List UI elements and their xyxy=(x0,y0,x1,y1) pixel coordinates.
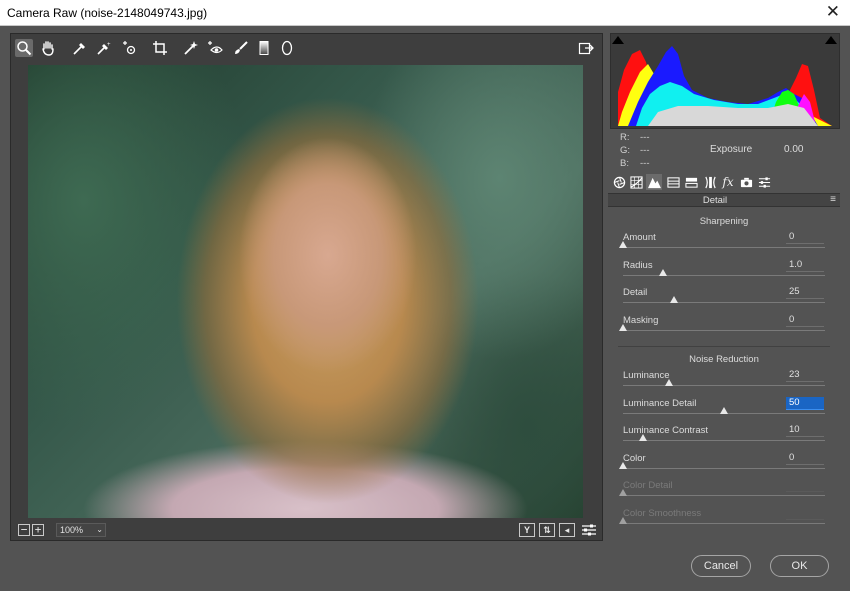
color-smoothness-value-field xyxy=(786,507,824,520)
adjustment-brush-icon[interactable] xyxy=(232,39,250,57)
color-detail-value-field xyxy=(786,479,824,492)
detail-slider-thumb[interactable] xyxy=(670,296,678,303)
color-detail-slider-thumb xyxy=(619,489,627,496)
exposure-value: 0.00 xyxy=(784,144,804,155)
tab-basic-aperture-icon[interactable] xyxy=(611,174,627,190)
blue-readout: B: --- xyxy=(620,158,650,169)
color-smoothness-slider-thumb xyxy=(619,517,627,524)
settings-sliders-icon[interactable] xyxy=(580,521,598,539)
preview-footer: − + 100% ⌄ Y ⇅ ◂ xyxy=(10,520,603,540)
amount-slider-track[interactable] xyxy=(623,247,825,248)
tab-lens-corrections-icon[interactable] xyxy=(702,174,718,190)
tab-tone-curve-icon[interactable] xyxy=(628,174,644,190)
luminance-slider-track[interactable] xyxy=(623,385,825,386)
masking-slider-track[interactable] xyxy=(623,330,825,331)
panel-tabs: fx xyxy=(608,172,840,192)
cancel-button[interactable]: Cancel xyxy=(691,555,751,577)
spot-removal-tool-icon[interactable] xyxy=(182,39,200,57)
red-readout: R: --- xyxy=(620,132,650,143)
svg-text:+: + xyxy=(107,42,111,48)
red-eye-tool-icon[interactable] xyxy=(206,39,224,57)
masking-value-field[interactable]: 0 xyxy=(786,314,824,327)
zoom-tool-icon[interactable] xyxy=(15,39,33,57)
zoom-out-button[interactable]: − xyxy=(18,524,30,536)
panel-title: Detail xyxy=(702,195,728,206)
color-smoothness-slider-track xyxy=(623,523,825,524)
photo-preview[interactable] xyxy=(28,65,583,518)
before-after-view-icon[interactable]: Y xyxy=(519,523,535,537)
title-bar: Camera Raw (noise-2148049743.jpg) ✕ xyxy=(0,0,850,26)
detail-value-field[interactable]: 25 xyxy=(786,286,824,299)
color-sampler-tool-icon[interactable]: + xyxy=(95,39,113,57)
tab-hsl-icon[interactable] xyxy=(665,174,681,190)
luminance-contrast-label: Luminance Contrast xyxy=(623,425,709,436)
detail-label: Detail xyxy=(623,287,648,298)
zoom-in-button[interactable]: + xyxy=(32,524,44,536)
open-preferences-icon[interactable] xyxy=(577,39,595,57)
radius-slider-thumb[interactable] xyxy=(659,269,667,276)
toolbar: + xyxy=(10,34,603,62)
zoom-level-value: 100% xyxy=(60,525,84,535)
highlight-clipping-icon[interactable] xyxy=(825,36,837,44)
panel-header: Detail ≡ xyxy=(608,193,840,207)
tab-effects-icon[interactable]: fx xyxy=(720,174,736,190)
luminance-detail-value-field[interactable]: 50 xyxy=(786,397,824,410)
zoom-level-select[interactable]: 100% ⌄ xyxy=(56,523,106,537)
luminance-value-field[interactable]: 23 xyxy=(786,369,824,382)
luminance-detail-label: Luminance Detail xyxy=(623,398,697,409)
white-balance-tool-icon[interactable] xyxy=(71,39,89,57)
tab-presets-icon[interactable] xyxy=(756,174,772,190)
copy-settings-icon[interactable]: ◂ xyxy=(559,523,575,537)
color-smoothness-label: Color Smoothness xyxy=(623,508,702,519)
luminance-label: Luminance xyxy=(623,370,670,381)
graduated-filter-icon[interactable] xyxy=(255,39,273,57)
window-title: Camera Raw (noise-2148049743.jpg) xyxy=(7,6,208,20)
panel-menu-icon[interactable]: ≡ xyxy=(830,194,836,205)
noise-reduction-title: Noise Reduction xyxy=(689,354,759,365)
close-icon[interactable]: ✕ xyxy=(826,2,840,22)
radius-slider-track[interactable] xyxy=(623,275,825,276)
amount-slider-thumb[interactable] xyxy=(619,241,627,248)
masking-slider-thumb[interactable] xyxy=(619,324,627,331)
color-slider-thumb[interactable] xyxy=(619,462,627,469)
luminance-contrast-slider-thumb[interactable] xyxy=(639,434,647,441)
tab-camera-calibration-icon[interactable] xyxy=(738,174,754,190)
crop-tool-icon[interactable] xyxy=(151,39,169,57)
masking-label: Masking xyxy=(623,315,659,326)
color-detail-slider-track xyxy=(623,495,825,496)
radial-filter-icon[interactable] xyxy=(278,39,296,57)
shadow-clipping-icon[interactable] xyxy=(612,36,624,44)
sharpening-title: Sharpening xyxy=(699,216,749,227)
luminance-detail-slider-thumb[interactable] xyxy=(720,407,728,414)
color-detail-label: Color Detail xyxy=(623,480,673,491)
color-value-field[interactable]: 0 xyxy=(786,452,824,465)
ok-button[interactable]: OK xyxy=(770,555,829,577)
amount-label: Amount xyxy=(623,232,656,243)
histogram xyxy=(610,33,840,129)
section-divider xyxy=(618,346,830,347)
amount-value-field[interactable]: 0 xyxy=(786,231,824,244)
hand-tool-icon[interactable] xyxy=(39,39,57,57)
swap-settings-icon[interactable]: ⇅ xyxy=(539,523,555,537)
detail-slider-track[interactable] xyxy=(623,302,825,303)
chevron-down-icon: ⌄ xyxy=(96,525,103,534)
luminance-contrast-value-field[interactable]: 10 xyxy=(786,424,824,437)
green-readout: G: --- xyxy=(620,145,650,156)
targeted-adjustment-tool-icon[interactable] xyxy=(120,39,138,57)
color-slider-track[interactable] xyxy=(623,468,825,469)
luminance-contrast-slider-track[interactable] xyxy=(623,440,825,441)
tab-split-toning-icon[interactable] xyxy=(683,174,699,190)
radius-label: Radius xyxy=(623,260,653,271)
tab-detail-icon[interactable] xyxy=(646,174,662,190)
luminance-slider-thumb[interactable] xyxy=(665,379,673,386)
radius-value-field[interactable]: 1.0 xyxy=(786,259,824,272)
exposure-label: Exposure xyxy=(710,144,753,155)
histogram-graph xyxy=(618,46,832,126)
